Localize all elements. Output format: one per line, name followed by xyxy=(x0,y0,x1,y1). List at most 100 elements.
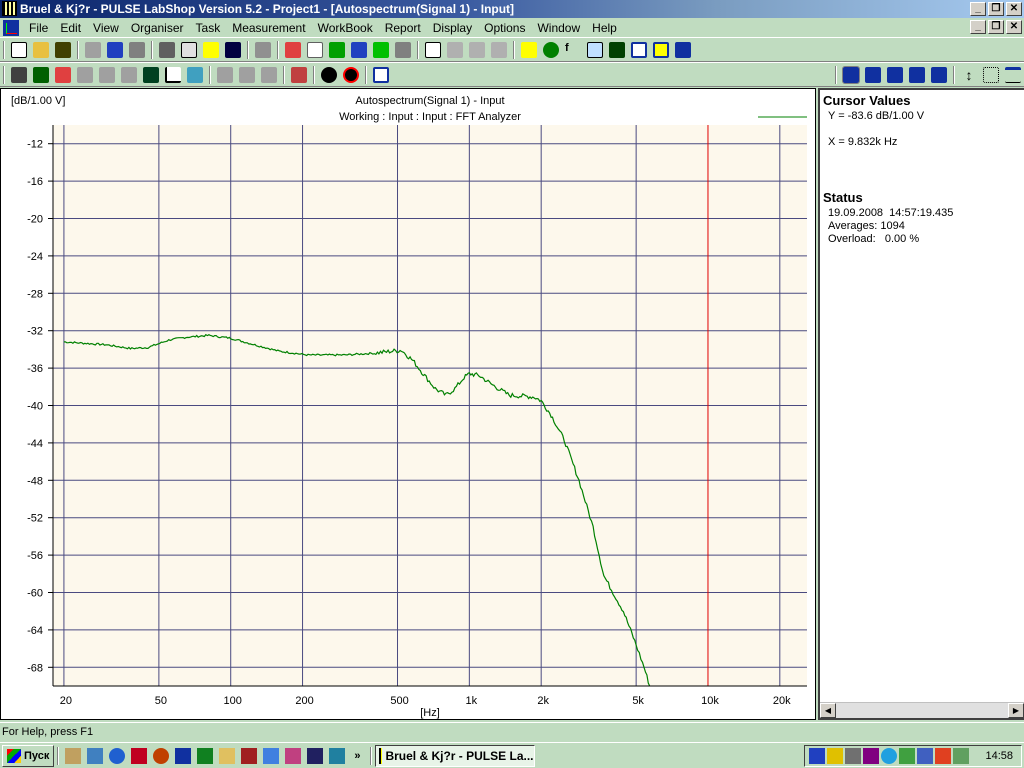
quicklaunch-pulse-icon[interactable] xyxy=(307,747,324,764)
save-green-icon[interactable] xyxy=(329,41,345,58)
new-icon[interactable] xyxy=(11,41,27,58)
recorder-icon[interactable] xyxy=(609,41,625,58)
menu-measurement[interactable]: Measurement xyxy=(226,21,311,35)
cut-icon[interactable] xyxy=(85,41,101,58)
menu-view[interactable]: View xyxy=(87,21,125,35)
balance-icon[interactable] xyxy=(291,66,307,83)
deactivate-icon[interactable] xyxy=(55,66,71,83)
open-icon[interactable] xyxy=(33,41,49,58)
doc-close-button[interactable]: ✕ xyxy=(1006,20,1022,34)
quicklaunch-game-icon[interactable] xyxy=(241,747,258,764)
signal-icon[interactable] xyxy=(321,66,337,83)
minimize-button[interactable]: _ xyxy=(970,2,986,16)
trigger-1-icon[interactable] xyxy=(217,66,233,83)
calibrate-icon[interactable] xyxy=(187,66,203,83)
tray-update-icon[interactable] xyxy=(935,747,951,764)
help-icon[interactable] xyxy=(203,41,219,58)
vertical-cursor-icon[interactable]: ↕ xyxy=(961,67,977,83)
menu-window[interactable]: Window xyxy=(531,21,586,35)
harmonic-cursor-icon[interactable] xyxy=(909,66,925,83)
quicklaunch-app-icon[interactable] xyxy=(263,747,280,764)
doc-restore-button[interactable]: ❐ xyxy=(988,20,1004,34)
generator-icon[interactable] xyxy=(631,41,647,58)
sideband-cursor-icon[interactable] xyxy=(931,66,947,83)
tray-network-icon[interactable] xyxy=(845,747,861,764)
display-settings-icon[interactable] xyxy=(1005,66,1021,83)
organiser-icon[interactable] xyxy=(521,41,537,58)
context-help-icon[interactable] xyxy=(225,41,241,58)
menu-organiser[interactable]: Organiser xyxy=(125,21,190,35)
menu-workbook[interactable]: WorkBook xyxy=(312,21,379,35)
report-tool-icon[interactable] xyxy=(447,41,463,58)
tray-safely-remove-icon[interactable] xyxy=(953,747,969,764)
menu-options[interactable]: Options xyxy=(478,21,531,35)
document-icon[interactable] xyxy=(3,19,19,36)
copy-green-icon[interactable] xyxy=(373,41,389,58)
zoom-box-icon[interactable] xyxy=(983,66,999,83)
tray-monitor-icon[interactable] xyxy=(899,747,915,764)
graph-icon[interactable] xyxy=(165,66,181,83)
display-icon[interactable] xyxy=(587,41,603,58)
signal-off-icon[interactable] xyxy=(343,66,359,83)
quicklaunch-more-chevron[interactable]: » xyxy=(354,750,360,762)
quicklaunch-save-icon[interactable] xyxy=(131,747,148,764)
print-icon[interactable] xyxy=(159,41,175,58)
activate-green-icon[interactable] xyxy=(33,66,49,83)
close-button[interactable]: ✕ xyxy=(1006,2,1022,16)
single-cursor-icon[interactable] xyxy=(842,65,860,84)
quicklaunch-calc-icon[interactable] xyxy=(329,747,346,764)
tray-connection-icon[interactable] xyxy=(917,747,933,764)
menu-file[interactable]: File xyxy=(23,21,54,35)
quicklaunch-ie-icon[interactable] xyxy=(109,747,126,764)
quicklaunch-network-icon[interactable] xyxy=(87,747,104,764)
menu-edit[interactable]: Edit xyxy=(54,21,87,35)
pause-icon[interactable] xyxy=(121,66,137,83)
paste-icon[interactable] xyxy=(129,41,145,58)
transfer-icon[interactable] xyxy=(653,41,669,58)
restore-button[interactable]: ❐ xyxy=(988,2,1004,16)
band-cursor-icon[interactable] xyxy=(887,66,903,83)
start-icon[interactable] xyxy=(77,66,93,83)
database-icon[interactable] xyxy=(543,41,559,58)
quicklaunch-word-icon[interactable] xyxy=(175,747,192,764)
quicklaunch-excel-icon[interactable] xyxy=(197,747,214,764)
spectrum-chart[interactable]: [dB/1.00 V] Autospectrum(Signal 1) - Inp… xyxy=(1,89,815,719)
trigger-2-icon[interactable] xyxy=(239,66,255,83)
menu-report[interactable]: Report xyxy=(379,21,427,35)
workbook-icon[interactable] xyxy=(285,41,301,58)
cut-blue-icon[interactable] xyxy=(351,41,367,58)
disabled-tool-icon[interactable] xyxy=(255,41,271,58)
task-list-icon[interactable] xyxy=(373,66,389,83)
save-measurement-icon[interactable] xyxy=(143,66,159,83)
copy-icon[interactable] xyxy=(107,41,123,58)
menu-help[interactable]: Help xyxy=(586,21,623,35)
menu-task[interactable]: Task xyxy=(190,21,227,35)
report-icon[interactable] xyxy=(425,41,441,58)
horizontal-scrollbar[interactable]: ◀ ▶ xyxy=(820,702,1024,718)
quicklaunch-media-icon[interactable] xyxy=(153,747,170,764)
scroll-right-button[interactable]: ▶ xyxy=(1008,703,1024,718)
stop-icon[interactable] xyxy=(99,66,115,83)
taskbar-item-pulse[interactable]: Bruel & Kj?r - PULSE La... xyxy=(374,744,535,767)
scroll-left-button[interactable]: ◀ xyxy=(820,703,836,718)
save-icon[interactable] xyxy=(55,41,71,58)
print-preview-icon[interactable] xyxy=(181,41,197,58)
menu-display[interactable]: Display xyxy=(427,21,478,35)
double-cursor-icon[interactable] xyxy=(865,66,881,83)
tray-battery-icon[interactable] xyxy=(809,747,825,764)
function-icon[interactable]: f xyxy=(565,42,581,58)
quicklaunch-notepad-icon[interactable] xyxy=(65,747,82,764)
print-report-icon[interactable] xyxy=(491,41,507,58)
start-button[interactable]: Пуск xyxy=(2,744,55,767)
hierarchy-icon[interactable] xyxy=(675,41,691,58)
tray-search-icon[interactable] xyxy=(881,747,897,764)
trigger-3-icon[interactable] xyxy=(261,66,277,83)
activate-icon[interactable] xyxy=(11,66,27,83)
tray-app-icon[interactable] xyxy=(863,747,879,764)
quicklaunch-books-icon[interactable] xyxy=(285,747,302,764)
paste-gray-icon[interactable] xyxy=(395,41,411,58)
page-icon[interactable] xyxy=(307,41,323,58)
tray-volume-icon[interactable] xyxy=(827,747,843,764)
edit-report-icon[interactable] xyxy=(469,41,485,58)
quicklaunch-search-icon[interactable] xyxy=(219,747,236,764)
